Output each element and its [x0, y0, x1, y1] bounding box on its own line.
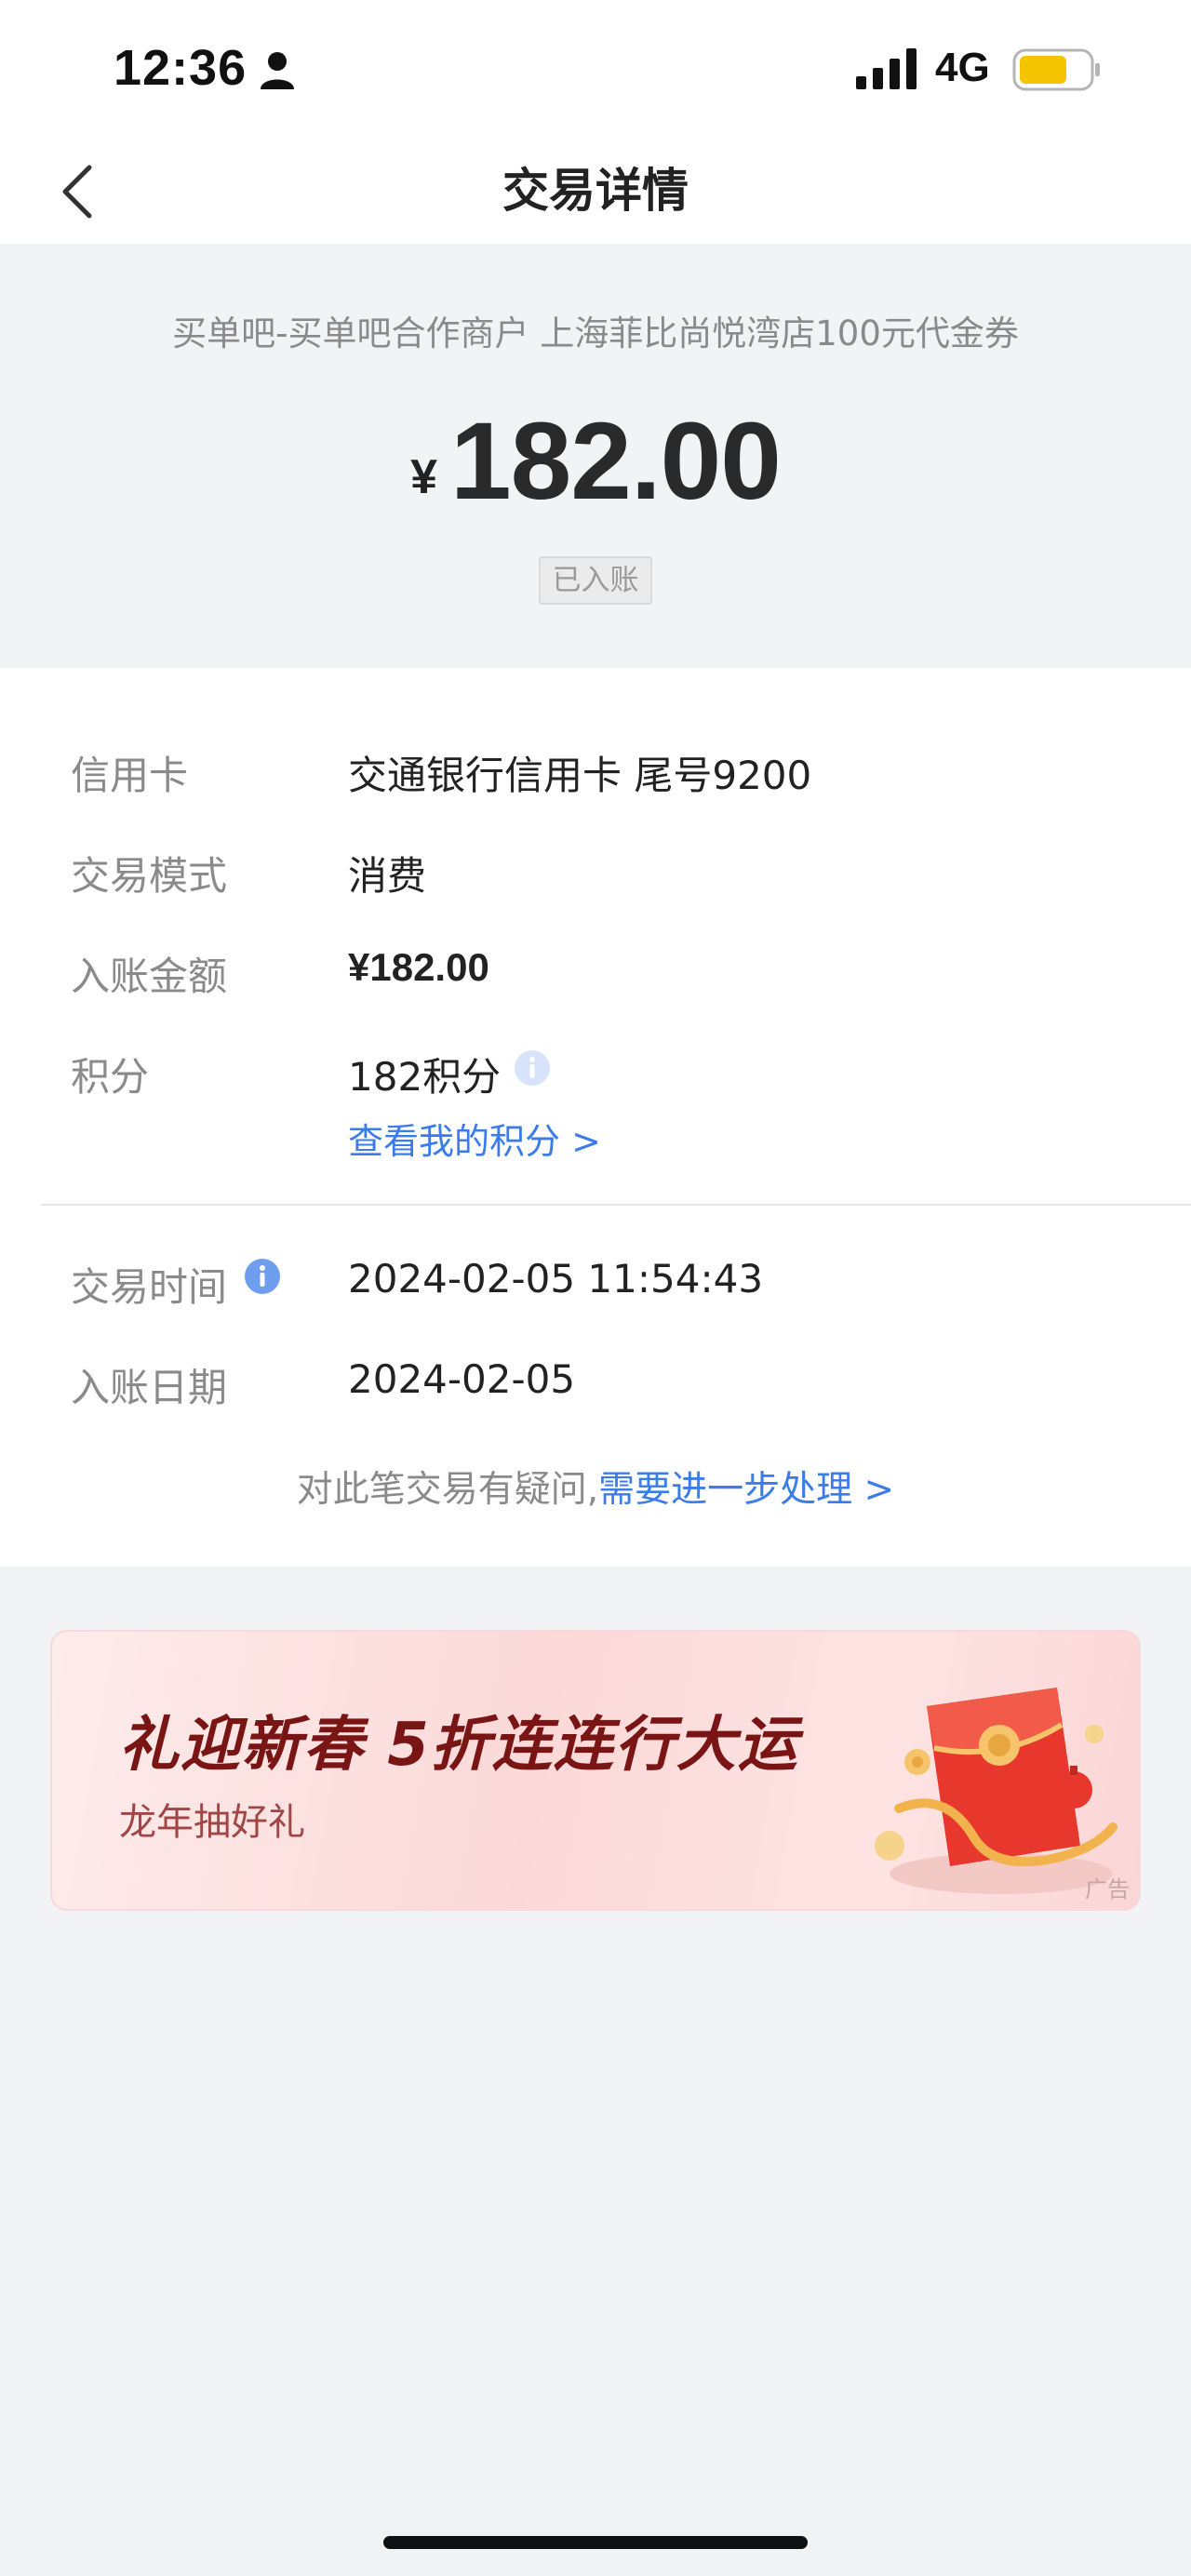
further-processing-link[interactable]: 需要进一步处理 >	[598, 1469, 894, 1511]
help-prompt: 对此笔交易有疑问,	[296, 1469, 599, 1511]
red-envelope-icon	[875, 1688, 1117, 1894]
transaction-mode-label: 交易模式	[71, 853, 228, 899]
home-indicator[interactable]	[383, 2536, 808, 2549]
divider	[41, 1204, 1191, 1206]
points-info-icon[interactable]	[514, 1049, 551, 1087]
transaction-time-value: 2024-02-05 11:54:43	[348, 1256, 764, 1301]
posted-amount-label: 入账金额	[71, 954, 228, 999]
ad-title: 礼迎新春 5折连连行大运	[119, 1711, 799, 1780]
credit-card-value: 交通银行信用卡 尾号9200	[348, 753, 812, 798]
posting-date-value: 2024-02-05	[348, 1356, 576, 1402]
ad-subtitle: 龙年抽好礼	[119, 1801, 305, 1844]
status-time: 12:36	[114, 40, 248, 96]
transaction-amount: 182.00	[450, 400, 782, 523]
points-value: 182积分	[348, 1054, 502, 1100]
page-title: 交易详情	[502, 164, 689, 218]
merchant-name: 买单吧-买单吧合作商户 上海菲比尚悦湾店100元代金券	[172, 314, 1019, 354]
network-label: 4G	[935, 45, 990, 90]
posting-date-label: 入账日期	[71, 1365, 228, 1410]
nav-bar: 交易详情	[0, 140, 1191, 244]
ad-tag: 广告	[1085, 1876, 1130, 1902]
status-bar: 12:36 4G	[0, 0, 1191, 140]
amount-row: ¥182.00	[0, 398, 1191, 525]
battery-icon	[1012, 48, 1100, 91]
transaction-summary: 买单吧-买单吧合作商户 上海菲比尚悦湾店100元代金券 ¥182.00 已入账	[0, 244, 1191, 668]
transaction-mode-value: 消费	[348, 853, 427, 899]
person-icon	[261, 52, 294, 89]
status-badge: 已入账	[539, 556, 652, 605]
points-label: 积分	[71, 1054, 150, 1100]
view-points-link[interactable]: 查看我的积分 >	[348, 1113, 601, 1164]
credit-card-label: 信用卡	[71, 753, 189, 798]
signal-icon	[856, 48, 917, 89]
help-row: 对此笔交易有疑问,需要进一步处理 >	[0, 1461, 1191, 1513]
posted-amount-value: ¥182.00	[348, 945, 489, 989]
transaction-time-label: 交易时间	[71, 1264, 228, 1310]
transaction-details: 信用卡 交通银行信用卡 尾号9200 交易模式 消费 入账金额 ¥182.00 …	[0, 668, 1191, 1567]
transaction-time-info-icon[interactable]	[244, 1258, 281, 1295]
ad-banner[interactable]: 礼迎新春 5折连连行大运 龙年抽好礼 广告	[50, 1630, 1141, 1911]
currency-symbol: ¥	[410, 450, 437, 504]
